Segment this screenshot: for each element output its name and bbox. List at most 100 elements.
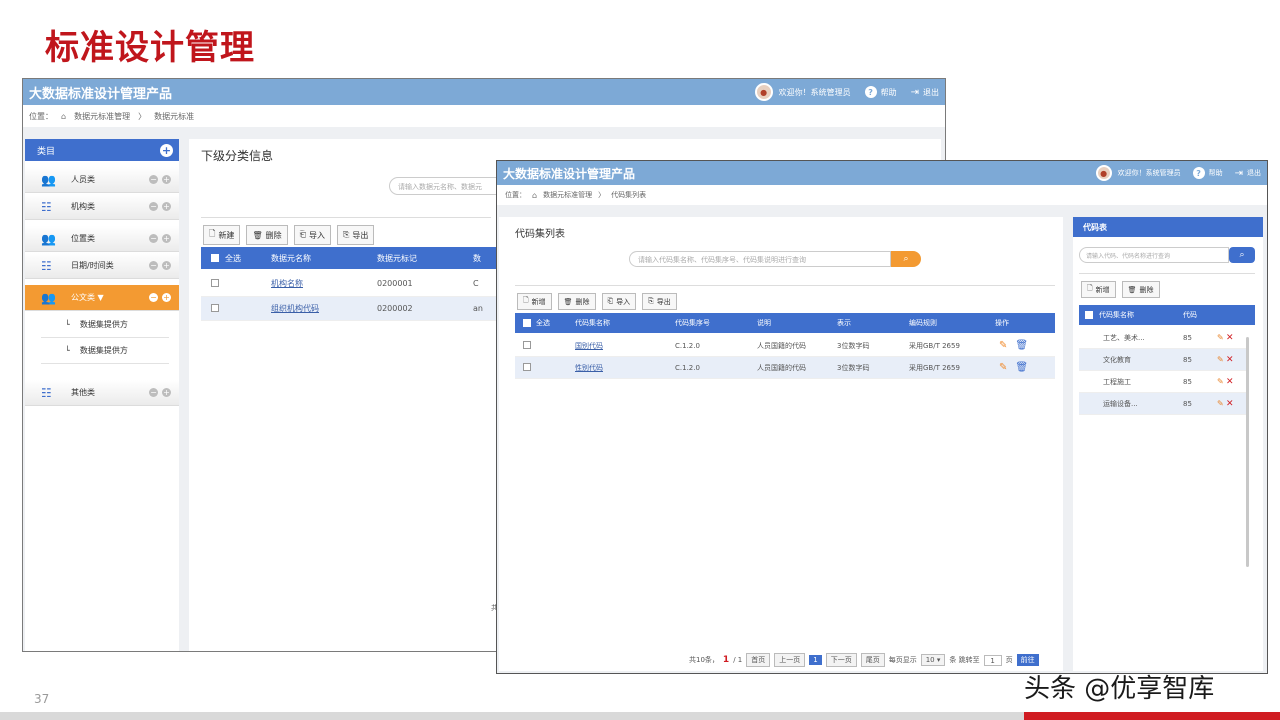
code-row[interactable]: 运输设备... 85 ✎ ✕ [1079,393,1247,415]
search-input[interactable]: 请输入代码集名称、代码集序号、代码集说明进行查询 [629,251,891,267]
row-checkbox[interactable] [523,362,531,371]
row-checkbox[interactable] [523,340,531,349]
edit-icon[interactable]: ✎ [999,340,1007,351]
category-sidebar: 类目 + 👥 人员类 − + ☷ 机构类 − + 👥 位置类 − + ☷ 日期/时间类 − + 👥 公文类… [25,139,179,651]
import-icon: ⎗ [607,297,614,305]
help-link[interactable]: ? 帮助 [1192,167,1223,179]
table-header: 全选 代码集名称 代码集序号 说明 表示 编码规则 操作 [515,313,1055,333]
people-icon: 👥 [41,172,56,187]
edit-icon[interactable]: ✎ [1217,399,1224,408]
table-row[interactable]: 性别代码 C.1.2.0 人员国籍的代码 3位数字码 采用GB/T 2659 ✎… [515,357,1055,379]
edit-icon[interactable]: ✎ [1217,333,1224,342]
last-page-button[interactable]: 尾页 [860,653,885,667]
plus-icon[interactable]: + [162,202,171,211]
row-checkbox[interactable] [211,278,219,287]
edit-icon[interactable]: ✎ [999,362,1007,373]
search-button[interactable]: ⌕ [891,251,921,267]
row-checkbox[interactable] [211,303,219,312]
code-row[interactable]: 文化教育 85 ✎ ✕ [1079,349,1247,371]
sidebar-item-location[interactable]: 👥 位置类 − + [25,226,179,252]
sidebar-item-other[interactable]: ☷ 其他类 − + [25,380,179,406]
trash-icon[interactable]: 🗑 [1015,340,1028,351]
table-row[interactable]: 组织机构代码 0200002 an [201,297,501,321]
user-greeting[interactable]: ● 欢迎你！系统管理员 [754,83,851,101]
code-row[interactable]: 工程施工 85 ✎ ✕ [1079,371,1247,393]
code-search-button[interactable]: ⌕ [1229,247,1255,263]
minus-icon[interactable]: − [149,175,158,184]
plus-icon[interactable]: + [162,293,171,302]
minus-icon[interactable]: − [149,202,158,211]
export-button[interactable]: ⎘ 导出 [337,225,375,245]
select-all-checkbox[interactable] [211,254,219,262]
breadcrumb-level1[interactable]: 数据元标准管理 [543,190,592,200]
logout-link[interactable]: ⇥ 退出 [1235,168,1261,179]
breadcrumb: 位置： ⌂ 数据元标准管理 〉 代码集列表 [497,185,1267,205]
delete-code-button[interactable]: 🗑 删除 [1121,281,1160,298]
plus-icon[interactable]: + [162,175,171,184]
search-icon: ⌕ [1239,250,1245,260]
minus-icon[interactable]: − [149,261,158,270]
import-button[interactable]: ⎗ 导入 [601,293,637,310]
chevron-down-icon: ▼ [97,293,104,302]
help-icon: ? [1192,167,1205,179]
sidebar-subitem[interactable]: └ 数据集提供方 [41,338,169,364]
export-button[interactable]: ⎘ 导出 [642,293,677,310]
plus-icon[interactable]: + [162,261,171,270]
new-icon: 🗋 [1087,284,1093,292]
user-greeting[interactable]: ● 欢迎你！系统管理员 [1095,165,1181,181]
sidebar-item-org[interactable]: ☷ 机构类 − + [25,194,179,220]
breadcrumb-level2[interactable]: 代码集列表 [611,190,646,200]
help-link[interactable]: ? 帮助 [864,86,897,98]
delete-button[interactable]: 🗑 删除 [557,293,596,310]
panel-header: 代码表 [1073,217,1263,237]
breadcrumb-level1[interactable]: 数据元标准管理 [74,111,130,122]
select-all-checkbox[interactable] [1085,311,1093,319]
breadcrumb: 位置： ⌂ 数据元标准管理 〉 数据元标准 [23,105,945,127]
per-page-select[interactable]: 10 ▾ [920,654,946,666]
delete-icon: 🗑 [252,230,263,240]
close-icon[interactable]: ✕ [1226,333,1234,343]
jump-page-input[interactable]: 1 [983,654,1002,666]
code-row[interactable]: 工艺、美术... 85 ✎ ✕ [1079,327,1247,349]
delete-icon: 🗑 [563,297,573,306]
sidebar-item-people[interactable]: 👥 人员类 − + [25,167,179,193]
plus-icon[interactable]: + [162,388,171,397]
sidebar-item-datetime[interactable]: ☷ 日期/时间类 − + [25,253,179,279]
table-row[interactable]: 机构名称 0200001 C [201,271,501,297]
prev-page-button[interactable]: 上一页 [774,653,806,667]
new-button[interactable]: 🗋 新建 [203,225,241,245]
import-icon: ⎗ [299,230,306,239]
code-search-input[interactable]: 请输入代码、代码名称进行查询 [1079,247,1229,263]
edit-icon[interactable]: ✎ [1217,377,1224,386]
close-icon[interactable]: ✕ [1226,399,1234,409]
go-button[interactable]: 前往 [1016,654,1039,666]
new-icon: 🗋 [209,229,216,238]
scrollbar[interactable] [1246,337,1249,567]
logout-link[interactable]: ⇥ 退出 [911,87,939,98]
add-category-icon[interactable]: + [160,143,173,157]
plus-icon[interactable]: + [162,234,171,243]
close-icon[interactable]: ✕ [1226,377,1234,387]
edit-icon[interactable]: ✎ [1217,355,1224,364]
sidebar-item-document[interactable]: 👥 公文类 ▼ − + [25,285,179,311]
minus-icon[interactable]: − [149,293,158,302]
breadcrumb-level2[interactable]: 数据元标准 [154,111,194,122]
close-icon[interactable]: ✕ [1226,355,1234,365]
app-header: 大数据标准设计管理产品 ● 欢迎你！系统管理员 ? 帮助 ⇥ 退出 [23,79,945,105]
avatar: ● [754,83,773,101]
select-all-checkbox[interactable] [523,319,531,327]
page-1-button[interactable]: 1 [809,655,822,665]
table-row[interactable]: 国别代码 C.1.2.0 人员国籍的代码 3位数字码 采用GB/T 2659 ✎… [515,335,1055,357]
trash-icon[interactable]: 🗑 [1015,362,1028,373]
first-page-button[interactable]: 首页 [746,653,771,667]
minus-icon[interactable]: − [149,234,158,243]
minus-icon[interactable]: − [149,388,158,397]
tree-icon: ☷ [41,385,52,400]
table-header: 全选 数据元名称 数据元标记 数 [201,247,501,269]
delete-button[interactable]: 🗑 删除 [246,225,288,245]
import-button[interactable]: ⎗ 导入 [293,225,331,245]
sidebar-subitem[interactable]: └ 数据集提供方 [41,312,169,338]
next-page-button[interactable]: 下一页 [825,653,857,667]
new-code-button[interactable]: 🗋 新增 [1081,281,1116,298]
new-button[interactable]: 🗋 新增 [517,293,552,310]
